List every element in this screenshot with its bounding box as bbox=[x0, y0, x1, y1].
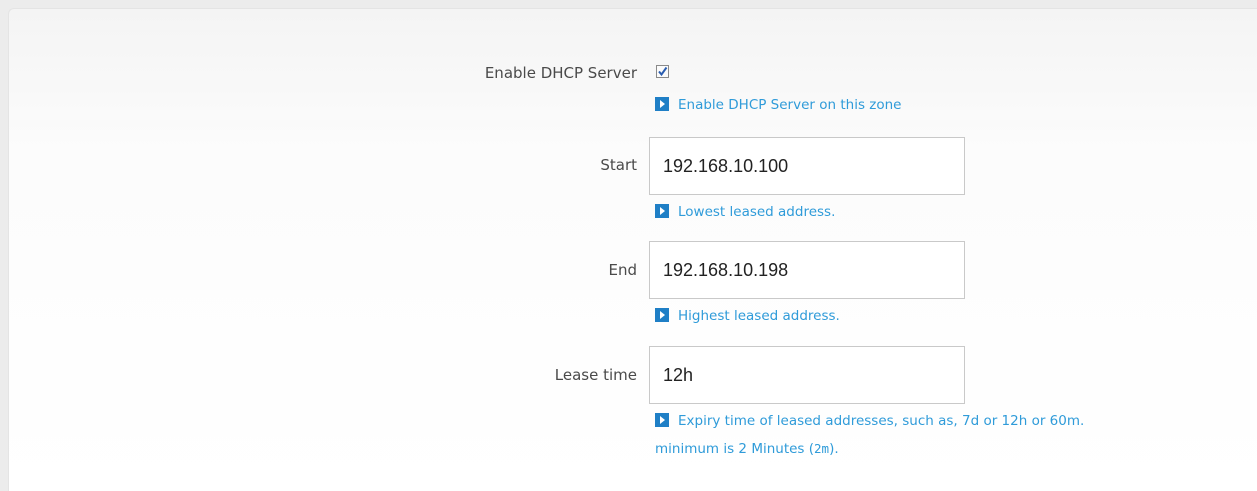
end-label: End bbox=[608, 261, 637, 279]
lease-time-minimum-hint: minimum is 2 Minutes (2m). bbox=[655, 441, 839, 457]
start-label: Start bbox=[600, 156, 637, 174]
play-icon bbox=[655, 413, 669, 427]
enable-dhcp-checkbox[interactable] bbox=[656, 65, 669, 78]
play-icon bbox=[655, 204, 669, 218]
lease-time-label: Lease time bbox=[554, 366, 637, 384]
end-address-input[interactable] bbox=[649, 241, 965, 299]
lease-time-minimum-code: 2m bbox=[814, 441, 830, 456]
checkmark-icon bbox=[658, 66, 668, 77]
play-icon bbox=[655, 308, 669, 322]
lease-time-hint-text: Expiry time of leased addresses, such as… bbox=[678, 413, 1085, 429]
enable-dhcp-hint: Enable DHCP Server on this zone bbox=[655, 97, 901, 113]
lease-time-hint: Expiry time of leased addresses, such as… bbox=[655, 413, 1084, 429]
end-hint-text: Highest leased address. bbox=[678, 308, 840, 324]
enable-dhcp-hint-text: Enable DHCP Server on this zone bbox=[678, 97, 902, 113]
play-icon bbox=[655, 97, 669, 111]
start-hint: Lowest leased address. bbox=[655, 204, 835, 220]
start-address-input[interactable] bbox=[649, 137, 965, 195]
end-hint: Highest leased address. bbox=[655, 308, 840, 324]
enable-dhcp-label: Enable DHCP Server bbox=[484, 64, 637, 82]
lease-time-input[interactable] bbox=[649, 346, 965, 404]
start-hint-text: Lowest leased address. bbox=[678, 204, 836, 220]
